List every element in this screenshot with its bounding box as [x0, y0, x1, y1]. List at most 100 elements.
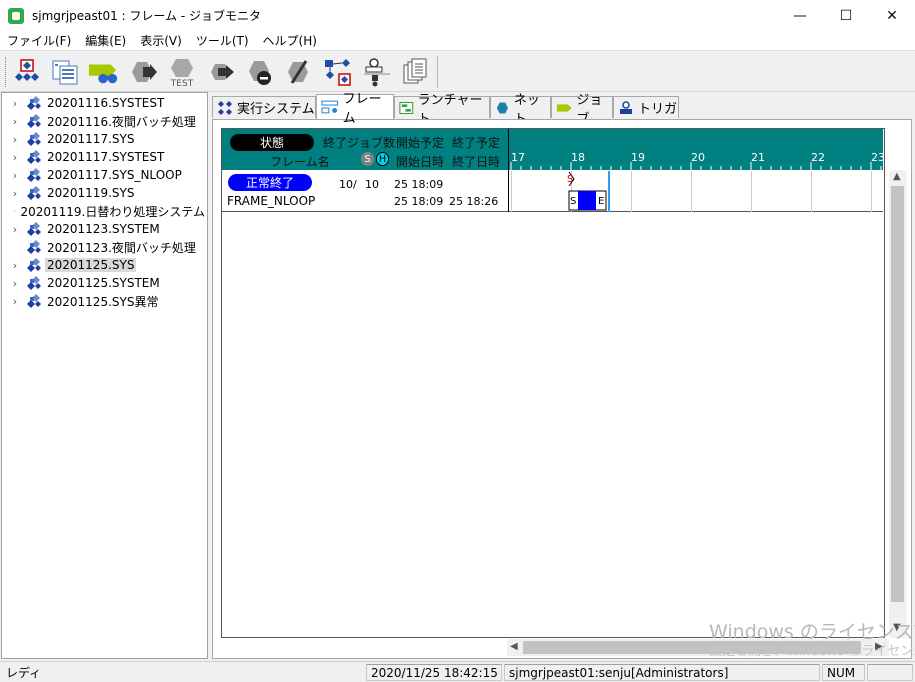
tree-item[interactable]: › 20201116.夜間バッチ処理 — [2, 112, 207, 130]
chevron-right-icon[interactable]: › — [8, 223, 22, 236]
tab-job[interactable]: ジョブ — [551, 93, 613, 127]
hour-gridline — [811, 171, 812, 212]
status-bar: レディ 2020/11/25 18:42:15 sjmgrjpeast01:se… — [0, 661, 915, 682]
tree-item-label: 20201117.SYSTEST — [47, 150, 165, 164]
tree-item-label: 20201125.SYS異常 — [47, 294, 159, 309]
tree-item[interactable]: › 20201116.SYSTEST — [2, 94, 207, 112]
tree-item[interactable]: › 20201125.SYSTEM — [2, 274, 207, 292]
frame-panel: 状態 フレーム名 終了ジョブ数 開始予定 終了予定 開始日時 終了日時 S H … — [212, 119, 912, 659]
tree-item[interactable]: › 20201119.SYS — [2, 184, 207, 202]
header-planned-end[interactable]: 終了予定 — [452, 134, 500, 151]
stop-icon[interactable] — [244, 56, 276, 88]
scroll-up-arrow[interactable]: ▲ — [893, 171, 901, 182]
vertical-scrollbar[interactable]: ▲ ▼ — [889, 170, 906, 638]
tab-net[interactable]: ネット — [490, 93, 551, 127]
chevron-right-icon[interactable]: › — [8, 169, 22, 182]
tab-frame[interactable]: フレーム — [316, 92, 394, 126]
gantt-row[interactable]: S S E — [509, 171, 883, 212]
tree-item[interactable]: 20201123.夜間バッチ処理 — [2, 238, 207, 256]
document-stack-icon[interactable] — [400, 56, 432, 88]
chevron-right-icon[interactable]: › — [8, 133, 22, 146]
h-badge: H — [376, 152, 389, 166]
tree-item[interactable]: › 20201123.SYSTEM — [2, 220, 207, 238]
chevron-right-icon[interactable]: › — [8, 97, 22, 110]
tree-item-label: 20201123.夜間バッチ処理 — [47, 240, 196, 255]
menu-help[interactable]: ヘルプ(H) — [256, 32, 324, 49]
tree-item-label: 20201117.SYS_NLOOP — [47, 168, 182, 182]
tree-item[interactable]: › 20201125.SYS — [2, 256, 207, 274]
chevron-right-icon[interactable]: › — [8, 277, 22, 290]
system-node-icon — [13, 210, 16, 212]
done-count: 10/ — [339, 178, 357, 191]
tree-item[interactable]: › 20201125.SYS異常 — [2, 292, 207, 310]
chevron-right-icon[interactable]: › — [8, 295, 22, 308]
slash-icon[interactable] — [283, 56, 315, 88]
trigger-icon — [620, 100, 632, 114]
actual-end-label: E — [598, 196, 604, 207]
activation-watermark-sub: 設定を開き、Windows のライセンス — [709, 644, 915, 659]
tree-item[interactable]: › 20201117.SYS_NLOOP — [2, 166, 207, 184]
timeline-header: 17 18 19 20 21 22 23 — [509, 129, 884, 170]
system-node-icon — [27, 222, 41, 236]
timeline-ticks — [510, 162, 882, 170]
title-bar: sjmgrjpeast01 : フレーム - ジョブモニタ — ☐ ✕ — [0, 0, 915, 31]
status-datetime: 2020/11/25 18:42:15 — [366, 664, 502, 681]
job-icon — [556, 103, 572, 112]
end-value: 25 18:26 — [449, 195, 499, 208]
tab-trigger[interactable]: トリガ — [613, 96, 679, 118]
tab-execution-system[interactable]: 実行システム — [212, 96, 316, 118]
tab-runchart[interactable]: ランチャート — [394, 93, 490, 127]
menu-edit[interactable]: 編集(E) — [78, 32, 133, 49]
system-node-icon — [27, 96, 41, 110]
header-state[interactable]: 状態 — [230, 134, 314, 151]
status-num: NUM — [822, 664, 865, 681]
tree-item-label: 20201116.SYSTEST — [47, 96, 165, 110]
job-detail-icon[interactable] — [361, 56, 393, 88]
hour-gridline — [511, 171, 512, 212]
maximize-button[interactable]: ☐ — [823, 0, 869, 31]
forward-icon[interactable] — [205, 56, 237, 88]
hour-gridline — [751, 171, 752, 212]
network-icon[interactable] — [322, 56, 354, 88]
header-start-time[interactable]: 開始日時 — [396, 153, 444, 170]
system-icon — [218, 100, 232, 115]
app-icon — [8, 7, 24, 24]
toolbar-grip[interactable] — [5, 57, 8, 87]
tree-item[interactable]: › 20201117.SYS — [2, 130, 207, 148]
scroll-thumb[interactable] — [891, 186, 904, 602]
header-done-jobs[interactable]: 終了ジョブ数 — [323, 134, 395, 151]
runchart-icon — [399, 101, 414, 114]
frame-icon — [321, 100, 339, 114]
table-row[interactable]: 正常終了 10/ 10 25 18:09 FRAME_NLOOP 25 18:0… — [222, 171, 508, 212]
system-node-icon — [27, 114, 41, 128]
list-view-icon[interactable] — [49, 56, 81, 88]
chevron-right-icon[interactable]: › — [8, 115, 22, 128]
header-frame-name[interactable]: フレーム名 — [270, 153, 330, 170]
menu-view[interactable]: 表示(V) — [133, 32, 189, 49]
close-button[interactable]: ✕ — [869, 0, 915, 31]
tab-label: トリガ — [638, 102, 678, 117]
header-planned-start[interactable]: 開始予定 — [396, 134, 444, 151]
run-job-icon[interactable] — [127, 56, 159, 88]
header-end-time[interactable]: 終了日時 — [452, 153, 500, 170]
tree-item-label: 20201125.SYS — [45, 258, 137, 272]
system-monitor-icon[interactable] — [11, 56, 43, 88]
tree-item[interactable]: › 20201117.SYSTEST — [2, 148, 207, 166]
chevron-right-icon[interactable]: › — [8, 151, 22, 164]
test-run-icon[interactable]: TEST — [166, 56, 198, 88]
tree-item[interactable]: 20201119.日替わり処理システム — [2, 202, 207, 220]
chevron-right-icon[interactable]: › — [8, 187, 22, 200]
hour-gridline — [871, 171, 872, 212]
tab-label: 実行システム — [237, 102, 315, 117]
minimize-button[interactable]: — — [777, 0, 823, 31]
system-node-icon — [27, 150, 41, 164]
system-tree[interactable]: › 20201116.SYSTEST › 20201116.夜間バッチ処理 › 20201… — [1, 92, 208, 659]
binoculars-icon[interactable] — [88, 56, 120, 88]
menu-file[interactable]: ファイル(F) — [0, 32, 78, 49]
menu-tools[interactable]: ツール(T) — [189, 32, 256, 49]
chevron-right-icon[interactable]: › — [8, 259, 22, 272]
actual-bar — [578, 191, 596, 210]
scroll-left-arrow[interactable]: ◀ — [510, 641, 518, 652]
frame-grid[interactable]: 状態 フレーム名 終了ジョブ数 開始予定 終了予定 開始日時 終了日時 S H … — [221, 128, 885, 638]
gantt-bars: S S E — [567, 171, 610, 212]
